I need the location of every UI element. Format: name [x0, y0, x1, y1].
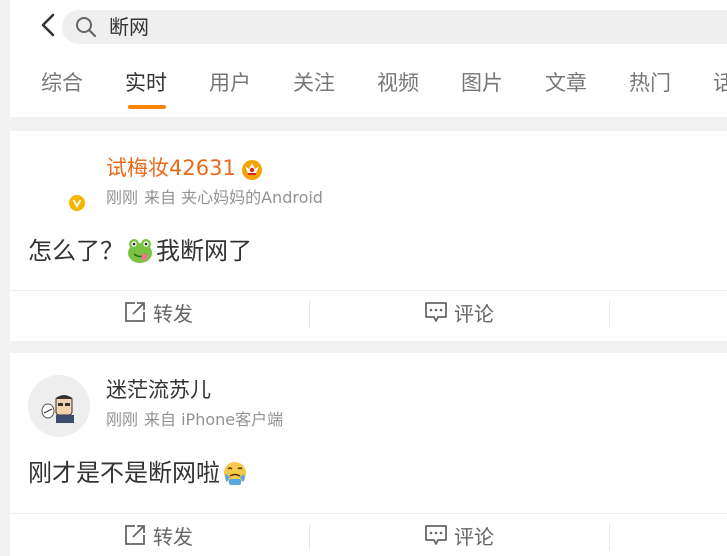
divider — [609, 524, 610, 550]
frog-icon — [128, 239, 152, 263]
username[interactable]: 迷茫流苏儿 — [106, 375, 211, 405]
repost-icon — [125, 302, 145, 322]
filter-tabs: 综合 实时 用户 关注 视频 图片 文章 热门 话 — [10, 62, 727, 109]
comment-button[interactable]: 评论 — [424, 291, 494, 333]
tab-users[interactable]: 用户 — [209, 68, 251, 98]
post-meta: 刚刚 来自 夹心妈妈的Android — [106, 187, 323, 209]
divider — [309, 301, 310, 327]
search-input[interactable]: 断网 — [62, 10, 727, 44]
search-query: 断网 — [109, 15, 149, 39]
search-icon — [76, 17, 97, 38]
top-bar: 断网 综合 实时 用户 关注 视频 图片 文章 热门 话 — [10, 0, 727, 117]
post-time: 刚刚 — [106, 410, 139, 429]
active-tab-indicator — [128, 105, 166, 109]
divider — [609, 301, 610, 327]
comment-icon — [425, 302, 447, 322]
post-source: 来自 iPhone客户端 — [144, 410, 284, 429]
post-text: 刚才是不是断网啦 — [28, 453, 250, 493]
back-button[interactable] — [36, 12, 60, 38]
username[interactable]: 试梅妆42631 — [106, 153, 236, 183]
post-source: 来自 夹心妈妈的Android — [144, 188, 323, 207]
post-text-part: 我断网了 — [156, 237, 252, 265]
post-card: 迷茫流苏儿 刚刚 来自 iPhone客户端 刚才是不是断网啦 转发 评论 — [10, 353, 727, 556]
post-meta: 刚刚 来自 iPhone客户端 — [106, 409, 283, 431]
post-text-part: 怎么了？ — [28, 237, 124, 265]
repost-button[interactable]: 转发 — [123, 291, 193, 333]
crying-face-icon — [224, 462, 246, 485]
post-card: 试梅妆42631 刚刚来自 夹心妈妈的Android 怎么了？ 我断网了 转发 — [10, 131, 727, 341]
post-text: 怎么了？ 我断网了 — [28, 231, 252, 271]
avatar[interactable] — [28, 375, 90, 437]
post-actions: 转发 评论 — [10, 290, 727, 333]
tab-video[interactable]: 视频 — [377, 68, 419, 98]
tab-realtime[interactable]: 实时 — [125, 68, 167, 98]
comment-label: 评论 — [454, 524, 494, 549]
tab-topics[interactable]: 话 — [713, 68, 727, 98]
vip-crown-icon — [242, 160, 262, 180]
post-text-part: 刚才是不是断网啦 — [28, 459, 220, 487]
tab-images[interactable]: 图片 — [461, 68, 503, 98]
repost-icon — [125, 525, 145, 545]
repost-label: 转发 — [153, 301, 193, 326]
avatar-illustration-icon — [41, 395, 74, 423]
post-time: 刚刚 — [106, 188, 139, 207]
post-actions: 转发 评论 — [10, 513, 727, 556]
divider — [309, 524, 310, 550]
tab-hot[interactable]: 热门 — [629, 68, 671, 98]
verified-badge-icon — [67, 193, 87, 213]
repost-button[interactable]: 转发 — [123, 514, 193, 556]
tab-following[interactable]: 关注 — [293, 68, 335, 98]
comment-icon — [425, 525, 447, 545]
comment-label: 评论 — [454, 301, 494, 326]
repost-label: 转发 — [153, 524, 193, 549]
tab-articles[interactable]: 文章 — [545, 68, 587, 98]
comment-button[interactable]: 评论 — [424, 514, 494, 556]
tab-comprehensive[interactable]: 综合 — [41, 68, 83, 98]
chevron-left-icon — [41, 13, 55, 37]
